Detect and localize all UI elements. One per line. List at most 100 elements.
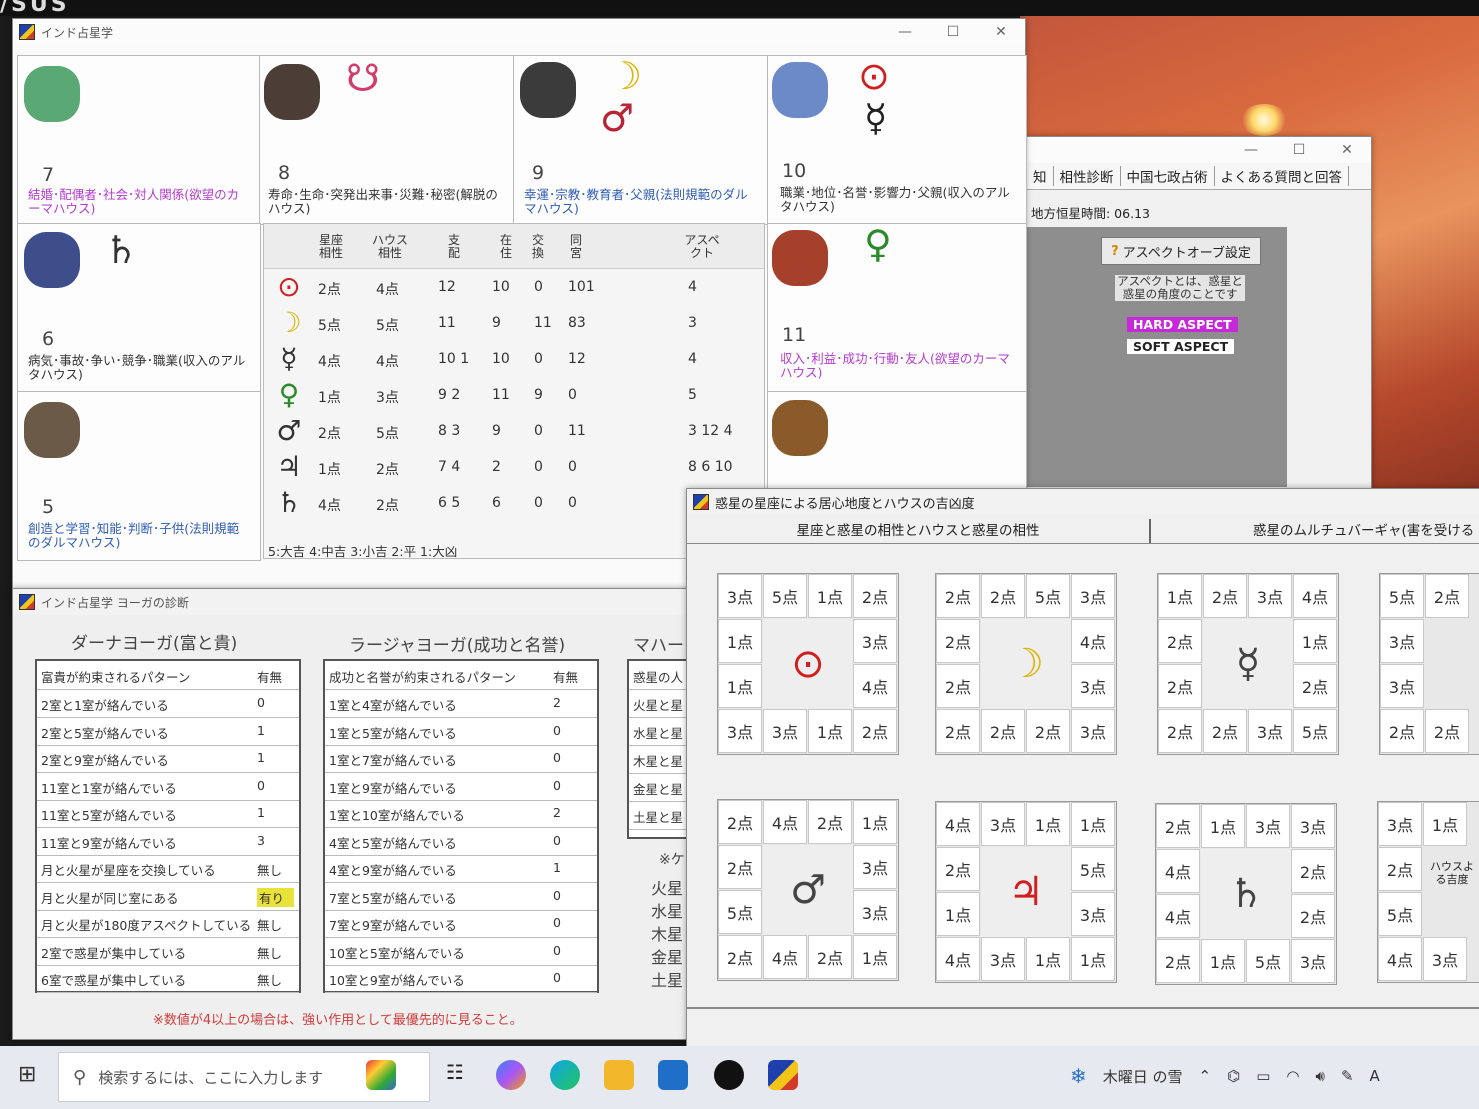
house-10-cell[interactable]: ⊙ ☿ 10 職業･地位･名誉･影響力･父親(収入のアルタハウス) xyxy=(767,55,1027,225)
dignity-window[interactable]: 惑星の星座による居心地度とハウスの吉凶度 星座と惑星の相性とハウスと惑星の相性 … xyxy=(686,488,1479,1062)
menu-item-faq[interactable]: よくある質問と回答 xyxy=(1215,166,1349,186)
planet-grid-partial: 5点 2点 3点 3点 2点 2点 xyxy=(1379,573,1479,755)
astrology-app-icon[interactable] xyxy=(768,1060,798,1090)
score-cell: 3点 xyxy=(981,937,1025,981)
footer-note: ※数値が4以上の場合は、強い作用として最優先的に見ること。 xyxy=(153,1013,523,1028)
weather-text[interactable]: 木曜日 の雪 xyxy=(1103,1066,1183,1087)
yoga-window-titlebar[interactable]: インド占星学 ヨーガの診断 xyxy=(13,589,703,615)
asus-app-icon[interactable] xyxy=(714,1060,744,1090)
cell-a: 2点 xyxy=(318,426,341,442)
house-9-cell[interactable]: ☽ ♂ 9 幸運･宗教･教育者･父親(法則規範のダルマハウス) xyxy=(513,55,769,225)
score-cell: 2点 xyxy=(981,574,1025,618)
pattern-cell: 10室と9室が絡んでいる xyxy=(329,973,465,988)
chevron-up-icon[interactable]: ⌃ xyxy=(1199,1067,1212,1085)
edge-browser-icon[interactable] xyxy=(550,1060,580,1090)
score-cell: 3点 xyxy=(1071,664,1115,708)
yoga-window-title: インド占星学 ヨーガの診断 xyxy=(41,595,189,610)
cell-f: 0 xyxy=(568,495,577,511)
chart-window-titlebar[interactable]: インド占星学 — ☐ ✕ xyxy=(13,19,1025,45)
ime-icon[interactable]: A xyxy=(1370,1067,1380,1085)
minimize-button[interactable]: — xyxy=(881,24,929,40)
house-7-cell[interactable]: 7 結婚･配偶者･社会･対人関係(欲望のカーマハウス) xyxy=(17,55,261,225)
table-row: 1室と9室が絡んでいる 0 xyxy=(325,772,597,801)
network-icon[interactable]: ⌬ xyxy=(1227,1067,1240,1085)
system-tray: ❄ 木曜日 の雪 ⌃ ⌬ ▭ ◠ 🔊︎ ✎ A xyxy=(1070,1064,1380,1088)
table-header: 星座相性 ハウス相性 支配 在住 交換 同宮 アスペクト xyxy=(264,224,764,269)
pen-icon[interactable]: ✎ xyxy=(1341,1067,1354,1085)
copilot-icon[interactable] xyxy=(496,1060,526,1090)
battery-icon[interactable]: ▭ xyxy=(1256,1067,1270,1085)
wifi-icon[interactable]: ◠ xyxy=(1286,1067,1299,1085)
mail-icon[interactable] xyxy=(658,1060,688,1090)
house-5-cell[interactable]: 5 創造と学習･知能･判断･子供(法則規範のダルマハウス) xyxy=(17,391,261,561)
score-cell: 5点 xyxy=(763,574,807,618)
score-cell: 2点 xyxy=(936,619,980,663)
brand-logo: /SUS xyxy=(0,0,70,17)
rubiks-cube-icon[interactable] xyxy=(366,1060,396,1090)
pattern-cell: 木星と星 xyxy=(633,754,684,769)
cell-b: 2点 xyxy=(376,462,399,478)
tab-mrityu-bhaga[interactable]: 惑星のムルチュバーギャ(害を受ける xyxy=(1253,519,1474,539)
dignity-window-titlebar[interactable]: 惑星の星座による居心地度とハウスの吉凶度 xyxy=(687,489,1479,515)
windows-start-icon[interactable]: ⊞ xyxy=(18,1062,36,1087)
aspect-window[interactable]: — ☐ ✕ 知 相性診断 中国七政占術 よくある質問と回答 地方恒星時間: 06… xyxy=(1026,136,1372,490)
menu-item-compat[interactable]: 相性診断 xyxy=(1054,166,1121,186)
presence-cell: 0 xyxy=(553,777,561,793)
menu-item-chinese[interactable]: 中国七政占術 xyxy=(1121,166,1215,186)
maha-title: マハー xyxy=(633,636,684,656)
col-header: 交換 xyxy=(531,233,544,260)
search-placeholder: 検索するには、ここに入力します xyxy=(98,1068,324,1087)
menu-item-chi[interactable]: 知 xyxy=(1027,166,1054,186)
aspect-window-titlebar[interactable]: — ☐ ✕ xyxy=(1027,137,1371,163)
maximize-button[interactable]: ☐ xyxy=(1275,142,1323,158)
table-row: 4室と5室が絡んでいる 0 xyxy=(325,827,597,856)
cell-f: 101 xyxy=(568,279,595,295)
cell-c: 10 1 xyxy=(438,351,470,367)
cell-e: 0 xyxy=(534,495,543,511)
soft-aspect-label[interactable]: SOFT ASPECT xyxy=(1127,339,1235,354)
planet-row: ⊙ 2点 4点 12 10 0 101 4 xyxy=(264,270,764,306)
planet-row: ♀ 1点 3点 9 2 11 9 0 5 xyxy=(264,378,764,414)
score-cell: 3点 xyxy=(1291,939,1335,983)
house-11-cell[interactable]: ♀ 11 収入･利益･成功･行動･友人(欲望のカーマハウス) xyxy=(767,223,1027,393)
score-cell: 2点 xyxy=(718,845,762,889)
score-cell: 1点 xyxy=(1423,802,1467,846)
close-button[interactable]: ✕ xyxy=(1323,142,1371,158)
planet-symbol-icon: ⊙ xyxy=(277,270,301,303)
tab-compatibility[interactable]: 星座と惑星の相性とハウスと惑星の相性 xyxy=(687,519,1151,543)
cell-c: 12 xyxy=(438,279,456,295)
house-4-cell[interactable] xyxy=(767,391,1027,503)
lamp-glare xyxy=(1240,104,1288,136)
yoga-window[interactable]: インド占星学 ヨーガの診断 ダーナヨーガ(富と貴) ラージャヨーガ(成功と名誉)… xyxy=(12,588,707,1040)
score-cell: 2点 xyxy=(1158,664,1202,708)
table-row: 2室と9室が絡んでいる 1 xyxy=(37,744,299,773)
cell-f: 11 xyxy=(568,423,586,439)
pattern-cell: 2室と1室が絡んでいる xyxy=(41,698,169,713)
planet-grid: 2点 4点 2点 1点 2点 5点 3点 3点 2点 4点 2点 1点 ♂ xyxy=(717,799,899,981)
house-8-cell[interactable]: ☋ 8 寿命･生命･突発出来事･災難･秘密(解脱のハウス) xyxy=(259,55,515,225)
maximize-button[interactable]: ☐ xyxy=(929,24,977,40)
presence-cell: 0 xyxy=(553,887,561,903)
help-icon: ? xyxy=(1111,243,1119,259)
table-row: 7室と5室が絡んでいる 0 xyxy=(325,882,597,911)
file-explorer-icon[interactable] xyxy=(604,1060,634,1090)
house-number: 6 xyxy=(42,328,55,350)
score-cell: 2点 xyxy=(1203,574,1247,618)
task-view-icon[interactable]: ☷ xyxy=(440,1060,470,1090)
house-6-cell[interactable]: ♄ 6 病気･事故･争い･競争･職業(収入のアルタハウス) xyxy=(17,223,261,393)
close-button[interactable]: ✕ xyxy=(977,24,1025,40)
score-cell: 2点 xyxy=(1156,939,1200,983)
table-row: 6室で惑星が集中している 無し xyxy=(37,964,299,993)
maha-planet-list: 火星 水星 木星 金星 土星 xyxy=(651,877,683,992)
minimize-button[interactable]: — xyxy=(1227,142,1275,158)
aspect-orb-button[interactable]: ? アスペクトオーブ設定 xyxy=(1101,237,1261,265)
volume-icon[interactable]: 🔊︎ xyxy=(1316,1067,1325,1085)
sun-icon: ⊙ xyxy=(858,55,890,98)
score-cell: 3点 xyxy=(718,709,762,753)
cell-g: 8 6 10 xyxy=(688,459,733,475)
score-cell: 3点 xyxy=(1071,574,1115,618)
score-cell: 5点 xyxy=(1026,574,1070,618)
hard-aspect-label[interactable]: HARD ASPECT xyxy=(1127,317,1238,332)
aquarius-sign-icon xyxy=(24,232,80,288)
presence-cell: 1 xyxy=(257,722,265,738)
